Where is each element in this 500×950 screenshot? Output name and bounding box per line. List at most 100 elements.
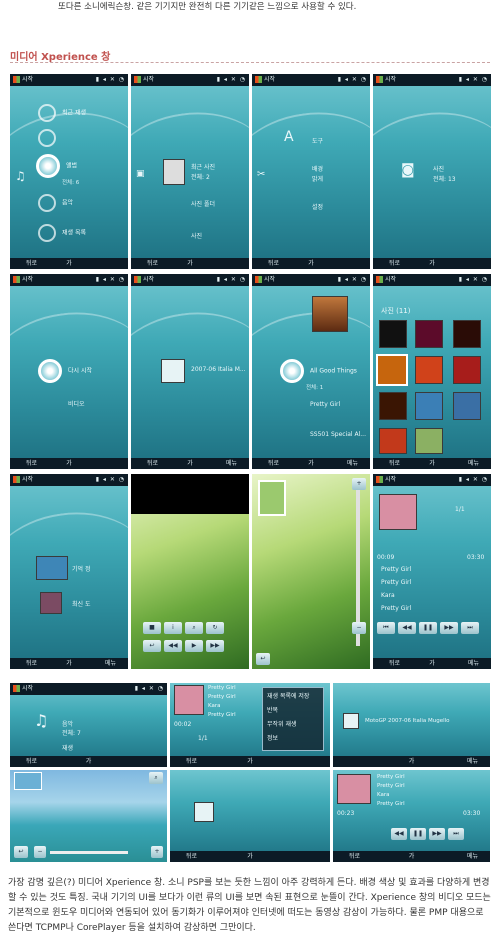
menu-item-repeat[interactable]: 반복: [267, 705, 278, 714]
back-softkey[interactable]: 뒤로: [389, 258, 400, 269]
zoom-icon[interactable]: ⌕: [185, 622, 203, 634]
back-softkey[interactable]: 뒤로: [349, 851, 360, 862]
film-icon[interactable]: [343, 713, 359, 729]
menu-item-playlist[interactable]: 재생 목록: [38, 224, 86, 242]
back-softkey[interactable]: 뒤로: [186, 756, 197, 767]
menu-softkey[interactable]: 메뉴: [105, 658, 116, 669]
folder-label[interactable]: 기억 정: [72, 564, 90, 573]
rewind-icon[interactable]: ◀◀: [391, 828, 407, 840]
menu-item-info[interactable]: 정보: [267, 733, 278, 742]
middle-softkey[interactable]: 가: [187, 258, 193, 269]
next-icon[interactable]: ▶▶: [206, 640, 224, 652]
middle-softkey[interactable]: 가: [187, 458, 193, 469]
track-title[interactable]: Pretty Girl: [208, 694, 236, 700]
windows-flag-icon[interactable]: [255, 76, 262, 83]
back-softkey[interactable]: 뒤로: [26, 756, 37, 767]
video-label[interactable]: 비디오: [68, 399, 85, 408]
track-title[interactable]: Pretty Girl: [377, 783, 405, 789]
photo-thumb[interactable]: [415, 320, 443, 348]
settings-label[interactable]: 설정: [312, 202, 323, 211]
back-softkey[interactable]: 뒤로: [268, 458, 279, 469]
windows-flag-icon[interactable]: [134, 276, 141, 283]
start-label[interactable]: 시작: [264, 76, 275, 83]
back-softkey[interactable]: 뒤로: [26, 658, 37, 669]
music-note-icon[interactable]: ♫: [34, 711, 48, 730]
middle-softkey[interactable]: 가: [429, 258, 435, 269]
start-label[interactable]: 시작: [22, 685, 33, 692]
start-label[interactable]: 시작: [22, 76, 33, 83]
info-icon[interactable]: i: [164, 622, 182, 634]
pause-icon[interactable]: ❚❚: [410, 828, 426, 840]
zoom-icon[interactable]: ⌕: [149, 772, 163, 784]
track-title[interactable]: Pretty Girl: [208, 685, 236, 691]
track-artist[interactable]: Kara: [208, 703, 221, 709]
back-softkey[interactable]: 뒤로: [147, 458, 158, 469]
photo-thumb[interactable]: [453, 392, 481, 420]
zoom-slider[interactable]: [50, 851, 128, 854]
middle-softkey[interactable]: 가: [66, 658, 72, 669]
rotate-icon[interactable]: ↻: [206, 622, 224, 634]
start-label[interactable]: 시작: [385, 76, 396, 83]
photo-folder-label[interactable]: 사진 폴더: [191, 199, 215, 208]
photo-thumb[interactable]: [453, 320, 481, 348]
menu-item-music[interactable]: 음악: [38, 194, 73, 212]
windows-flag-icon[interactable]: [376, 276, 383, 283]
start-label[interactable]: 시작: [143, 276, 154, 283]
menu-item-album[interactable]: 앨범 전체: 6: [36, 154, 79, 186]
rewind-icon[interactable]: ◀◀: [398, 622, 416, 634]
menu-softkey[interactable]: 메뉴: [467, 756, 478, 767]
back-softkey[interactable]: 뒤로: [389, 458, 400, 469]
film-icon[interactable]: [194, 802, 214, 822]
middle-softkey[interactable]: 가: [429, 658, 435, 669]
back-icon[interactable]: ↩: [256, 653, 270, 665]
windows-flag-icon[interactable]: [134, 76, 141, 83]
start-label[interactable]: 시작: [385, 276, 396, 283]
zoom-in-icon[interactable]: +: [352, 478, 366, 490]
album-item[interactable]: All Good Things 전체: 1: [280, 359, 357, 391]
photo-thumb[interactable]: [379, 320, 407, 348]
folder-thumb[interactable]: [36, 556, 68, 580]
start-label[interactable]: 시작: [264, 276, 275, 283]
menu-softkey[interactable]: 메뉴: [468, 458, 479, 469]
back-softkey[interactable]: 뒤로: [147, 258, 158, 269]
track-title[interactable]: Pretty Girl: [208, 712, 236, 718]
track-label[interactable]: Pretty Girl: [310, 401, 340, 408]
middle-softkey[interactable]: 가: [409, 756, 415, 767]
start-label[interactable]: 시작: [22, 476, 33, 483]
windows-flag-icon[interactable]: [13, 276, 20, 283]
middle-softkey[interactable]: 가: [247, 851, 253, 862]
back-softkey[interactable]: 뒤로: [26, 458, 37, 469]
zoom-in-icon[interactable]: +: [151, 846, 163, 858]
album-art[interactable]: [379, 494, 417, 530]
album-art[interactable]: [174, 685, 204, 715]
photo-thumb[interactable]: [379, 428, 407, 454]
windows-flag-icon[interactable]: [376, 76, 383, 83]
menu-item-resume[interactable]: 다시 시작: [38, 359, 92, 383]
middle-softkey[interactable]: 가: [308, 258, 314, 269]
zoom-navigator[interactable]: [258, 480, 286, 516]
middle-softkey[interactable]: 가: [429, 458, 435, 469]
contact-photo-thumb[interactable]: [163, 159, 185, 185]
zoom-out-icon[interactable]: −: [352, 622, 366, 634]
track-label[interactable]: SS501 Special Al...: [310, 431, 366, 438]
menu-softkey[interactable]: 메뉴: [467, 851, 478, 862]
next-icon[interactable]: ⏭: [461, 622, 479, 634]
track-artist[interactable]: Kara: [381, 592, 395, 599]
middle-softkey[interactable]: 가: [308, 458, 314, 469]
photo-thumb[interactable]: [453, 356, 481, 384]
middle-softkey[interactable]: 가: [409, 851, 415, 862]
menu-softkey[interactable]: 메뉴: [226, 458, 237, 469]
track-title[interactable]: Pretty Girl: [381, 605, 411, 612]
track-title[interactable]: Pretty Girl: [377, 774, 405, 780]
previous-icon[interactable]: ⏮: [377, 622, 395, 634]
track-title[interactable]: Pretty Girl: [381, 579, 411, 586]
film-icon[interactable]: [161, 359, 185, 383]
previous-icon[interactable]: ◀◀: [164, 640, 182, 652]
start-label[interactable]: 시작: [143, 76, 154, 83]
folder-label[interactable]: 최신 도: [72, 599, 90, 608]
menu-item-history[interactable]: [38, 129, 62, 147]
photo-thumb[interactable]: [415, 428, 443, 454]
start-label[interactable]: 시작: [22, 276, 33, 283]
back-icon[interactable]: ↩: [14, 846, 28, 858]
zoom-out-icon[interactable]: −: [34, 846, 46, 858]
